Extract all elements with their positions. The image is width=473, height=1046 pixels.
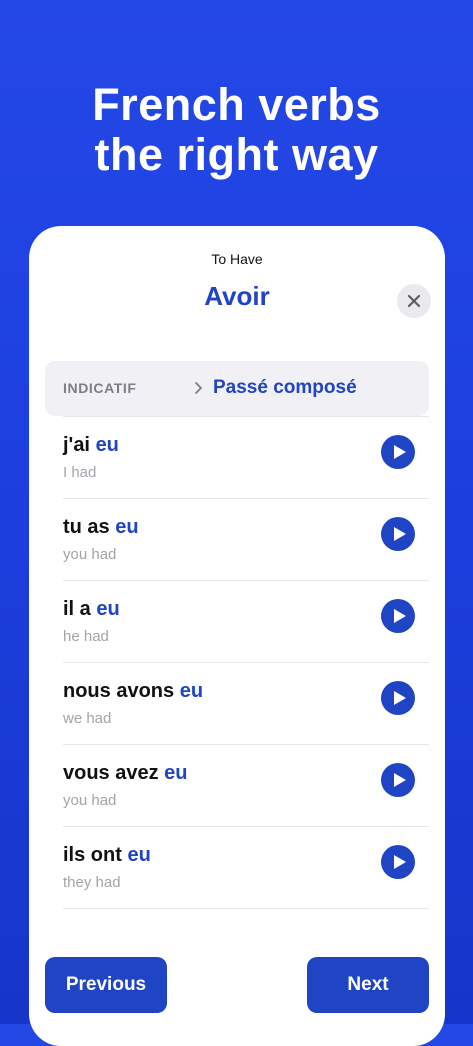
conjugation-form: tu as eu — [63, 516, 139, 539]
mood-label: INDICATIF — [63, 380, 137, 396]
hero-title-line-1: French verbs — [92, 79, 381, 130]
play-button[interactable] — [381, 517, 415, 551]
conjugation-row: nous avons eu we had — [63, 662, 429, 744]
conjugation-ending: eu — [115, 516, 139, 538]
conjugation-row: ils ont eu they had — [63, 826, 429, 909]
next-button[interactable]: Next — [307, 957, 429, 1013]
verb-title: Avoir — [204, 281, 270, 311]
conjugation-ending: eu — [127, 844, 151, 866]
conjugation-row: j'ai eu I had — [63, 416, 429, 498]
play-button[interactable] — [381, 435, 415, 469]
conjugation-row: il a eu he had — [63, 580, 429, 662]
play-button[interactable] — [381, 681, 415, 715]
conjugation-ending: eu — [96, 598, 120, 620]
conjugation-ending: eu — [179, 680, 204, 702]
conjugation-translation: he had — [63, 628, 109, 645]
verb-translation: To Have — [211, 251, 263, 267]
conjugation-card: To Have Avoir INDICATIF Passé composé j'… — [29, 226, 445, 1046]
conjugation-row: vous avez eu you had — [63, 744, 429, 826]
conjugation-form: vous avez eu — [63, 762, 188, 785]
conjugation-list: j'ai eu I had tu as eu you had il a eu h… — [63, 416, 429, 909]
conjugation-ending: eu — [164, 762, 188, 784]
hero-title-line-2: the right way — [94, 129, 379, 180]
conjugation-translation: you had — [63, 546, 117, 563]
conjugation-translation: we had — [63, 710, 112, 727]
conjugation-form: il a eu — [63, 598, 120, 621]
conjugation-stem: il a — [63, 598, 97, 620]
play-icon — [393, 445, 406, 459]
conjugation-translation: they had — [63, 874, 121, 891]
play-button[interactable] — [381, 599, 415, 633]
play-icon — [393, 527, 406, 541]
play-icon — [393, 609, 406, 623]
conjugation-stem: nous avons — [63, 680, 180, 702]
previous-button[interactable]: Previous — [45, 957, 167, 1013]
conjugation-translation: I had — [63, 464, 97, 481]
tense-label: Passé composé — [213, 377, 357, 398]
chevron-right-icon — [195, 382, 202, 394]
tense-selector[interactable]: INDICATIF Passé composé — [45, 361, 429, 416]
conjugation-row: tu as eu you had — [63, 498, 429, 580]
close-button[interactable] — [397, 284, 431, 318]
conjugation-ending: eu — [95, 434, 119, 456]
play-icon — [393, 855, 406, 869]
play-icon — [393, 773, 406, 787]
close-icon — [407, 294, 421, 308]
conjugation-form: ils ont eu — [63, 844, 151, 867]
play-button[interactable] — [381, 845, 415, 879]
play-icon — [393, 691, 406, 705]
conjugation-translation: you had — [63, 792, 117, 809]
conjugation-stem: j'ai — [63, 434, 96, 456]
conjugation-stem: ils ont — [63, 844, 128, 866]
hero-title: French verbs the right way — [0, 80, 473, 180]
play-button[interactable] — [381, 763, 415, 797]
conjugation-stem: vous avez — [63, 762, 165, 784]
conjugation-stem: tu as — [63, 516, 116, 538]
conjugation-form: j'ai eu — [63, 434, 119, 457]
conjugation-form: nous avons eu — [63, 680, 203, 703]
